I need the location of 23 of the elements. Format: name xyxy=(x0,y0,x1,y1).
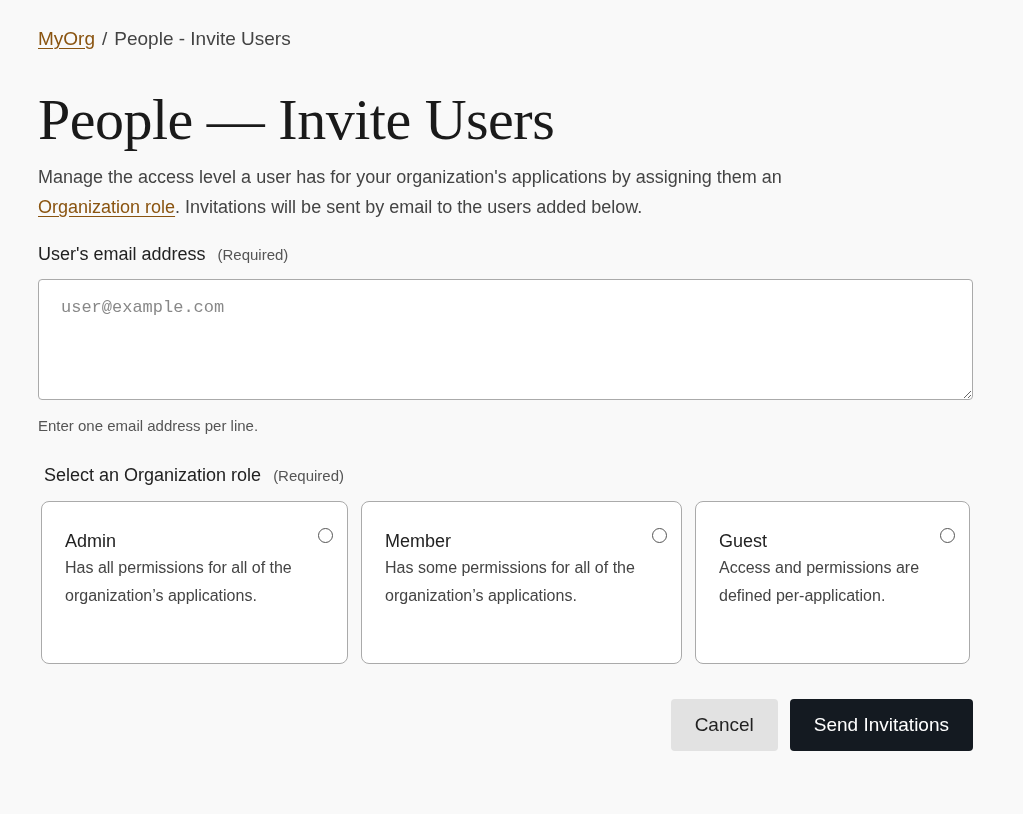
role-option-card[interactable]: Admin Has all permissions for all of the organization’s applications. xyxy=(41,500,348,664)
role-name: Guest xyxy=(719,530,768,552)
required-note: (Required) xyxy=(217,245,289,263)
email-label: User's email address xyxy=(38,243,206,265)
send-invitations-button[interactable]: Send Invitations xyxy=(789,698,973,751)
role-description: Has some permissions for all of the organization’s applications. xyxy=(385,557,636,606)
required-note: (Required) xyxy=(273,466,344,484)
cancel-button[interactable]: Cancel xyxy=(670,698,778,751)
role-description: Has all permissions for all of the organization’s applications. xyxy=(65,557,293,606)
organization-role-link[interactable]: Organization role xyxy=(38,196,176,217)
role-name: Member xyxy=(385,530,451,552)
role-name: Admin xyxy=(65,530,117,552)
role-option-card[interactable]: Guest Access and permissions are defined per-application. xyxy=(695,500,970,664)
breadcrumb-current: People - Invite Users xyxy=(114,28,291,50)
role-option-card[interactable]: Member Has some permissions for all of the organization’s applications. xyxy=(361,500,682,664)
page-title: People — Invite Users xyxy=(38,88,556,152)
intro-text: Manage the access level a user has for your organization's applications by assigning them an Organization role. Invitations will be sent by email to the users added below. xyxy=(38,165,783,219)
breadcrumb-link[interactable]: MyOrg xyxy=(38,28,95,50)
role-description: Access and permissions are defined per-application. xyxy=(719,557,921,606)
breadcrumb-separator: / xyxy=(102,28,108,50)
role-label: Select an Organization role xyxy=(44,464,262,486)
email-input-field[interactable]: user@example.com xyxy=(38,278,973,400)
email-hint: Enter one email address per line. xyxy=(38,416,260,434)
